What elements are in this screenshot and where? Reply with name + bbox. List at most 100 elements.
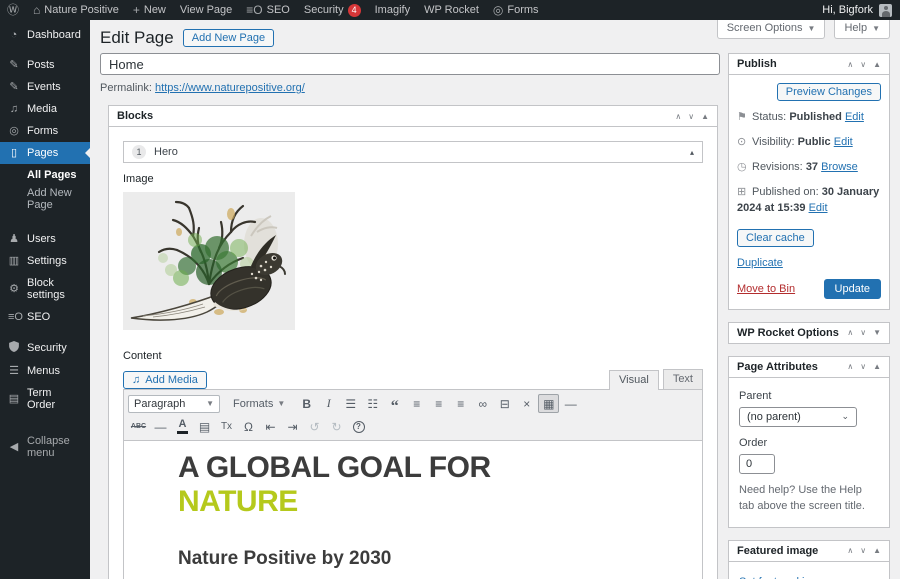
add-new-page-button[interactable]: Add New Page — [183, 29, 274, 47]
move-up-icon[interactable]: ∧ — [847, 60, 853, 69]
decrease-indent-icon[interactable]: ⇤ — [260, 417, 281, 436]
sidebar-item-settings[interactable]: ▥Settings — [0, 250, 90, 272]
toggle-panel-icon[interactable]: ▼ — [873, 328, 881, 337]
align-right-icon[interactable]: ≡ — [450, 394, 471, 413]
sidebar-item-posts[interactable]: ✎Posts — [0, 54, 90, 76]
sidebar-item-block-settings[interactable]: ⚙Block settings — [0, 272, 90, 306]
sidebar-item-menus[interactable]: ☰Menus — [0, 360, 90, 382]
tab-visual[interactable]: Visual — [609, 370, 659, 390]
preview-changes-button[interactable]: Preview Changes — [777, 83, 881, 101]
edit-status-link[interactable]: Edit — [845, 111, 864, 123]
wp-rocket-menu[interactable]: WP Rocket — [417, 0, 486, 20]
move-up-icon[interactable]: ∧ — [675, 112, 681, 121]
account-menu[interactable]: Hi, Bigfork — [822, 4, 900, 17]
read-more-icon[interactable]: ⊟ — [494, 394, 515, 413]
wp-rocket-panel-title: WP Rocket Options — [737, 327, 839, 339]
sidebar-item-seo[interactable]: ≡OSEO — [0, 306, 90, 328]
toggle-panel-icon[interactable]: ▲ — [873, 362, 881, 371]
add-media-button[interactable]: ♫ Add Media — [123, 371, 207, 389]
sidebar-item-users[interactable]: ♟Users — [0, 228, 90, 250]
toggle-panel-icon[interactable]: ▲ — [701, 112, 709, 121]
move-up-icon[interactable]: ∧ — [847, 328, 853, 337]
screen-options-button[interactable]: Screen Options▼ — [717, 20, 826, 39]
horizontal-line-icon[interactable]: — — [560, 394, 581, 413]
paragraph-format-select[interactable]: Paragraph▼ — [128, 395, 220, 413]
bold-icon[interactable]: B — [296, 394, 317, 413]
sidebar-item-dashboard[interactable]: ◔Dashboard — [0, 24, 90, 46]
parent-page-select[interactable]: (no parent) ⌄ — [739, 407, 857, 427]
clear-formatting-icon[interactable]: Tx — [216, 417, 237, 436]
hero-block-header[interactable]: 1 Hero ▴ — [123, 141, 703, 163]
fullscreen-icon[interactable]: × — [516, 394, 537, 413]
strikethrough-icon[interactable]: ABC — [128, 417, 149, 436]
submenu-add-new-page[interactable]: Add New Page — [0, 184, 90, 214]
view-page-menu[interactable]: View Page — [173, 0, 239, 20]
collapse-caret-icon[interactable]: ▴ — [690, 148, 694, 157]
move-to-bin-link[interactable]: Move to Bin — [737, 283, 795, 295]
undo-icon[interactable]: ↺ — [304, 417, 325, 436]
sidebar-item-term-order[interactable]: ▤Term Order — [0, 382, 90, 416]
move-up-icon[interactable]: ∧ — [847, 546, 853, 555]
move-down-icon[interactable]: ∨ — [860, 328, 866, 337]
site-name-menu[interactable]: ⌂Nature Positive — [26, 0, 126, 20]
sidebar-item-media[interactable]: ♫Media — [0, 98, 90, 120]
forms-menu[interactable]: ◎Forms — [486, 0, 546, 20]
tab-text[interactable]: Text — [663, 369, 703, 389]
move-down-icon[interactable]: ∨ — [860, 546, 866, 555]
toolbar-toggle-icon[interactable]: ▦ — [538, 394, 559, 413]
editor-help-icon[interactable]: ? — [348, 417, 369, 436]
collapse-menu-button[interactable]: ◀Collapse menu — [0, 430, 90, 464]
blockquote-icon[interactable]: “ — [384, 394, 405, 413]
move-down-icon[interactable]: ∨ — [860, 60, 866, 69]
sidebar-item-security[interactable]: Security — [0, 336, 90, 360]
wp-rocket-label: WP Rocket — [424, 4, 479, 16]
formats-dropdown[interactable]: Formats▼ — [227, 395, 291, 413]
move-up-icon[interactable]: ∧ — [847, 362, 853, 371]
move-down-icon[interactable]: ∨ — [688, 112, 694, 121]
italic-icon[interactable]: I — [318, 394, 339, 413]
sidebar-item-pages[interactable]: ▯Pages — [0, 142, 90, 164]
wp-rocket-options-panel: WP Rocket Options ∧ ∨ ▼ — [728, 322, 890, 344]
horizontal-rule-icon[interactable]: — — [150, 417, 171, 436]
seo-menu[interactable]: ≡OSEO — [239, 0, 297, 20]
text-color-icon[interactable]: A — [172, 417, 193, 436]
visibility-label: Visibility: — [752, 136, 795, 148]
redo-icon[interactable]: ↻ — [326, 417, 347, 436]
publish-panel-title: Publish — [737, 58, 777, 70]
align-left-icon[interactable]: ≡ — [406, 394, 427, 413]
toggle-panel-icon[interactable]: ▲ — [873, 546, 881, 555]
new-content-menu[interactable]: +New — [126, 0, 173, 20]
submenu-all-pages[interactable]: All Pages — [0, 166, 90, 184]
content-field-label: Content — [123, 350, 703, 362]
sidebar-item-events[interactable]: ✎Events — [0, 76, 90, 98]
move-down-icon[interactable]: ∨ — [860, 362, 866, 371]
increase-indent-icon[interactable]: ⇥ — [282, 417, 303, 436]
imagify-menu[interactable]: Imagify — [368, 0, 417, 20]
numbered-list-icon[interactable]: ☷ — [362, 394, 383, 413]
update-button[interactable]: Update — [824, 279, 881, 299]
published-on-row: ⊞Published on: 30 January 2024 at 15:39 … — [737, 185, 881, 217]
wordpress-logo-menu[interactable]: Ⓦ — [0, 0, 26, 20]
duplicate-link[interactable]: Duplicate — [737, 257, 783, 269]
sidebar-item-forms[interactable]: ◎Forms — [0, 120, 90, 142]
post-title-input[interactable] — [100, 53, 720, 75]
help-button[interactable]: Help▼ — [834, 20, 890, 39]
bulleted-list-icon[interactable]: ☰ — [340, 394, 361, 413]
settings-icon: ▥ — [8, 256, 20, 267]
paste-as-text-icon[interactable]: ▤ — [194, 417, 215, 436]
align-center-icon[interactable]: ≡ — [428, 394, 449, 413]
edit-schedule-link[interactable]: Edit — [809, 202, 828, 214]
special-character-icon[interactable]: Ω — [238, 417, 259, 436]
avatar — [879, 4, 892, 17]
permalink-link[interactable]: https://www.naturepositive.org/ — [155, 82, 305, 94]
hero-image-turtle[interactable] — [123, 192, 295, 330]
security-menu[interactable]: Security4 — [297, 0, 368, 20]
editor-content-area[interactable]: A GLOBAL GOAL FOR NATURE Nature Positive… — [123, 441, 703, 579]
clock-icon: ◷ — [737, 160, 752, 176]
edit-visibility-link[interactable]: Edit — [834, 136, 853, 148]
clear-cache-button[interactable]: Clear cache — [737, 229, 814, 247]
browse-revisions-link[interactable]: Browse — [821, 161, 858, 173]
insert-link-icon[interactable]: ∞ — [472, 394, 493, 413]
order-input[interactable] — [739, 454, 775, 474]
toggle-panel-icon[interactable]: ▲ — [873, 60, 881, 69]
